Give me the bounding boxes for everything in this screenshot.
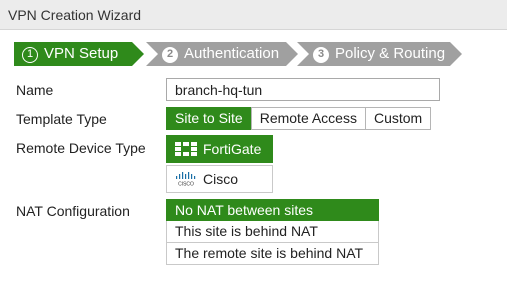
step-label: Policy & Routing xyxy=(335,45,446,62)
remote-device-type-label: Remote Device Type xyxy=(16,140,146,156)
template-type-selector: Site to Site Remote Access Custom xyxy=(166,107,432,130)
step-vpn-setup[interactable]: 1 VPN Setup xyxy=(14,42,144,66)
nat-configuration-label: NAT Configuration xyxy=(16,203,130,219)
step-number-1: 1 xyxy=(22,47,38,63)
step-label: VPN Setup xyxy=(44,45,119,62)
step-number-3: 3 xyxy=(313,47,329,63)
svg-text:CISCO: CISCO xyxy=(178,182,194,187)
device-cisco-option[interactable]: CISCO Cisco xyxy=(166,165,273,193)
template-custom-button[interactable]: Custom xyxy=(364,107,432,130)
nat-option-remote-site-behind-nat[interactable]: The remote site is behind NAT xyxy=(166,243,379,265)
step-number-2: 2 xyxy=(162,47,178,63)
name-input[interactable] xyxy=(166,78,440,101)
wizard-steps: 1 VPN Setup 2 Authentication 3 Policy & Rou… xyxy=(14,42,454,66)
step-label: Authentication xyxy=(184,45,280,62)
template-remote-access-button[interactable]: Remote Access xyxy=(250,107,366,130)
step-policy-routing[interactable]: 3 Policy & Routing xyxy=(297,42,462,66)
device-label: Cisco xyxy=(203,171,239,187)
nat-option-this-site-behind-nat[interactable]: This site is behind NAT xyxy=(166,221,379,243)
template-type-label: Template Type xyxy=(16,111,107,127)
fortigate-icon xyxy=(175,142,197,156)
step-authentication[interactable]: 2 Authentication xyxy=(146,42,298,66)
remote-device-type-selector: FortiGate CISCO Cisco xyxy=(166,135,273,195)
template-site-to-site-button[interactable]: Site to Site xyxy=(166,107,252,130)
device-fortigate-option[interactable]: FortiGate xyxy=(166,135,273,163)
nat-configuration-selector: No NAT between sites This site is behind… xyxy=(166,199,379,265)
cisco-icon: CISCO xyxy=(176,172,196,187)
device-label: FortiGate xyxy=(203,141,262,157)
nat-option-no-nat[interactable]: No NAT between sites xyxy=(166,199,379,221)
window-title: VPN Creation Wizard xyxy=(0,0,507,30)
name-label: Name xyxy=(16,82,54,98)
